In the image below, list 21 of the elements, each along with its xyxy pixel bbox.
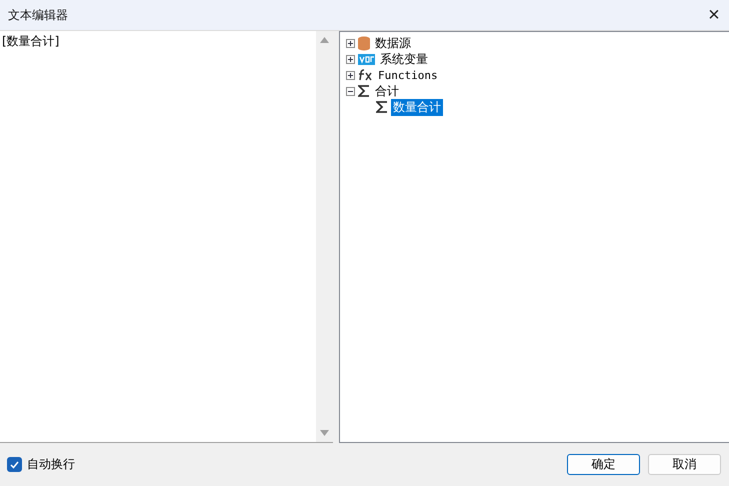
cylinder-icon xyxy=(358,36,370,50)
tree-item[interactable]: 合计 xyxy=(373,82,401,100)
expand-icon[interactable] xyxy=(346,38,355,48)
window-title: 文本编辑器 xyxy=(8,6,68,24)
tree-item[interactable]: Functions xyxy=(376,68,440,82)
collapse-icon[interactable] xyxy=(346,86,355,96)
var-icon xyxy=(358,54,375,64)
tree-item[interactable]: 数据源 xyxy=(373,34,413,52)
function-icon xyxy=(358,69,373,81)
checkbox-label: 自动换行 xyxy=(27,456,75,473)
cancel-button[interactable]: 取消 xyxy=(648,454,721,475)
sigma-icon xyxy=(358,85,370,97)
ok-button[interactable]: 确定 xyxy=(567,454,640,475)
tree-item[interactable]: 数量合计 xyxy=(391,98,443,116)
check-icon xyxy=(10,460,19,468)
close-button[interactable]: × xyxy=(699,0,729,30)
word-wrap-checkbox[interactable] xyxy=(7,457,22,472)
tree-item[interactable]: 系统变量 xyxy=(378,50,430,68)
expand-icon[interactable] xyxy=(346,70,355,80)
expand-icon[interactable] xyxy=(346,54,355,64)
sigma-icon xyxy=(376,101,388,113)
